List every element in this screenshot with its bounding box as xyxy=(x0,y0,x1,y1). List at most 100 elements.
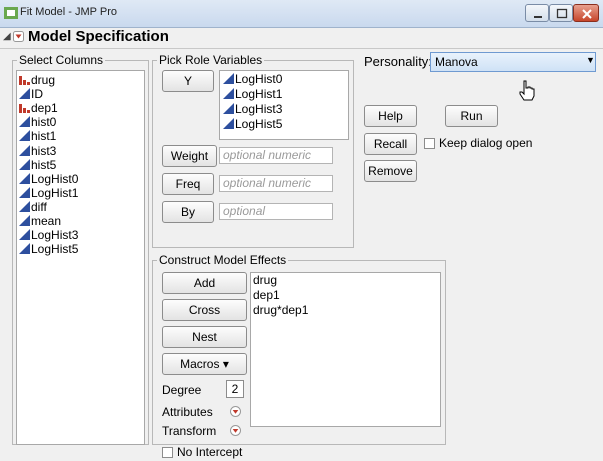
remove-button[interactable]: Remove xyxy=(364,160,417,182)
column-list-item-label: diff xyxy=(31,199,47,214)
bottom-band xyxy=(0,445,603,461)
column-list-item[interactable]: hist3 xyxy=(19,144,56,159)
transform-label: Transform xyxy=(162,424,217,438)
header-divider xyxy=(0,48,603,49)
page-title: Model Specification xyxy=(28,28,169,45)
degree-input[interactable]: 2 xyxy=(226,380,244,398)
y-role-item[interactable]: LogHist1 xyxy=(223,87,282,102)
nest-button[interactable]: Nest xyxy=(162,326,247,348)
keep-dialog-open-checkbox[interactable] xyxy=(424,138,435,149)
keep-dialog-open-label: Keep dialog open xyxy=(439,136,533,150)
y-role-item[interactable]: LogHist3 xyxy=(223,102,282,117)
column-list-item-label: LogHist0 xyxy=(31,171,79,186)
continuous-column-icon xyxy=(223,103,234,114)
continuous-column-icon xyxy=(19,172,30,184)
column-list-item[interactable]: drug xyxy=(19,73,55,88)
column-list-item-label: hist5 xyxy=(31,157,57,172)
column-list-item[interactable]: hist5 xyxy=(19,158,56,173)
select-columns-list[interactable]: drug ID dep1 hist0 hist1 hist3 hist5 LogHist0 Lo… xyxy=(16,70,145,445)
y-role-item-label: LogHist3 xyxy=(235,102,283,116)
continuous-column-icon xyxy=(19,130,30,142)
weight-field[interactable]: optional numeric xyxy=(219,147,333,164)
minimize-icon xyxy=(534,16,542,18)
freq-role-button[interactable]: Freq xyxy=(162,173,214,195)
y-role-item-label: LogHist1 xyxy=(235,87,283,101)
column-list-item[interactable]: LogHist0 xyxy=(19,172,78,187)
model-effect-item[interactable]: drug xyxy=(253,273,277,288)
model-effect-item[interactable]: dep1 xyxy=(253,288,280,303)
model-effect-item[interactable]: drug*dep1 xyxy=(253,303,308,318)
close-icon xyxy=(582,9,592,19)
continuous-column-icon xyxy=(19,88,30,100)
column-list-item[interactable]: diff xyxy=(19,200,47,215)
continuous-column-icon xyxy=(19,229,30,241)
attributes-menu-icon[interactable] xyxy=(230,406,241,417)
help-button[interactable]: Help xyxy=(364,105,417,127)
column-list-item-label: dep1 xyxy=(31,101,58,116)
column-list-item-label: LogHist3 xyxy=(31,228,79,243)
run-button[interactable]: Run xyxy=(445,105,498,127)
column-list-item-label: mean xyxy=(31,214,62,228)
minimize-button[interactable] xyxy=(525,4,549,22)
continuous-column-icon xyxy=(223,88,234,99)
continuous-column-icon xyxy=(223,118,234,129)
transform-menu-icon[interactable] xyxy=(230,425,241,436)
jmp-app-icon xyxy=(4,7,18,19)
column-list-item-label: hist0 xyxy=(31,115,57,130)
column-list-item[interactable]: hist0 xyxy=(19,115,56,130)
column-list-item-label: ID xyxy=(31,87,43,102)
continuous-column-icon xyxy=(19,200,30,212)
add-effect-button[interactable]: Add xyxy=(162,272,247,294)
y-role-item-label: LogHist5 xyxy=(235,117,283,131)
continuous-column-icon xyxy=(19,215,30,226)
column-list-item[interactable]: LogHist1 xyxy=(19,186,78,201)
hand-cursor-icon xyxy=(519,80,535,101)
recall-button[interactable]: Recall xyxy=(364,133,417,155)
nominal-column-icon xyxy=(19,76,30,85)
continuous-column-icon xyxy=(19,186,30,198)
macros-button[interactable]: Macros ▾ xyxy=(162,353,247,375)
column-list-item[interactable]: LogHist3 xyxy=(19,228,78,243)
column-list-item-label: hist3 xyxy=(31,143,57,158)
column-list-item-label: LogHist5 xyxy=(31,242,79,257)
by-field[interactable]: optional xyxy=(219,203,333,220)
column-list-item-label: hist1 xyxy=(31,129,57,144)
column-list-item[interactable]: hist1 xyxy=(19,129,56,144)
continuous-column-icon xyxy=(223,73,234,84)
select-columns-title: Select Columns xyxy=(17,53,106,67)
y-role-button[interactable]: Y xyxy=(162,70,214,92)
nominal-column-icon xyxy=(19,104,30,114)
model-effect-item-label: dep1 xyxy=(253,288,280,302)
y-role-item[interactable]: LogHist5 xyxy=(223,117,282,132)
model-effect-item-label: drug*dep1 xyxy=(253,303,309,317)
freq-field[interactable]: optional numeric xyxy=(219,175,333,192)
pick-role-title: Pick Role Variables xyxy=(157,53,265,67)
construct-effects-title: Construct Model Effects xyxy=(157,253,289,267)
disclosure-toggle-icon[interactable]: ◢ xyxy=(3,31,11,42)
model-effect-item-label: drug xyxy=(253,273,278,287)
personality-value: Manova xyxy=(435,55,478,69)
chevron-down-icon: ▼ xyxy=(586,55,595,65)
maximize-button[interactable] xyxy=(549,4,573,22)
no-intercept-label: No Intercept xyxy=(177,445,243,459)
model-effects-list[interactable]: drug dep1 drug*dep1 xyxy=(250,272,441,427)
column-list-item[interactable]: dep1 xyxy=(19,101,58,116)
no-intercept-checkbox[interactable] xyxy=(162,447,173,458)
y-role-list[interactable]: LogHist0 LogHist1 LogHist3 LogHist5 xyxy=(219,70,349,140)
red-triangle-menu-icon[interactable] xyxy=(13,31,24,42)
continuous-column-icon xyxy=(19,144,30,156)
maximize-icon xyxy=(556,8,568,19)
by-role-button[interactable]: By xyxy=(162,201,214,223)
personality-dropdown[interactable]: Manova ▼ xyxy=(430,52,596,72)
y-role-item-label: LogHist0 xyxy=(235,72,283,86)
degree-label: Degree xyxy=(162,383,202,397)
close-button[interactable] xyxy=(573,4,599,22)
column-list-item[interactable]: mean xyxy=(19,214,61,229)
column-list-item[interactable]: LogHist5 xyxy=(19,242,78,257)
column-list-item-label: LogHist1 xyxy=(31,185,79,200)
cross-button[interactable]: Cross xyxy=(162,299,247,321)
weight-role-button[interactable]: Weight xyxy=(162,145,217,167)
continuous-column-icon xyxy=(19,243,30,255)
column-list-item[interactable]: ID xyxy=(19,87,43,102)
y-role-item[interactable]: LogHist0 xyxy=(223,72,282,87)
